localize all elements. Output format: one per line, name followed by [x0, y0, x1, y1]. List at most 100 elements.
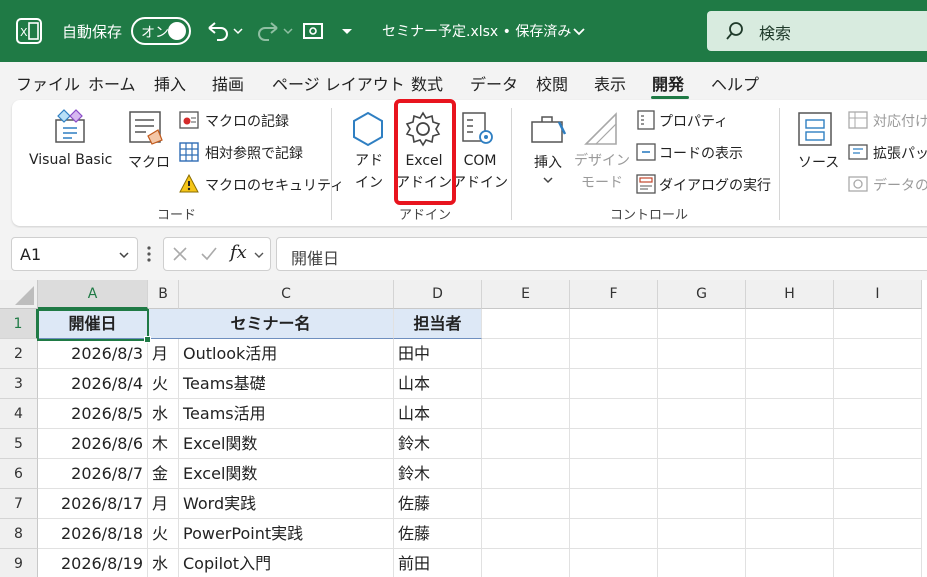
table-cell[interactable]: Copilot入門 — [179, 549, 394, 577]
column-header[interactable]: G — [658, 280, 746, 309]
select-all-corner[interactable] — [0, 280, 38, 309]
column-header[interactable]: D — [394, 280, 482, 309]
row-header[interactable]: 5 — [0, 429, 38, 459]
row-header[interactable]: 9 — [0, 549, 38, 577]
empty-cell[interactable] — [482, 339, 570, 369]
row-header[interactable]: 7 — [0, 489, 38, 519]
table-cell[interactable]: Excel関数 — [179, 459, 394, 489]
column-header[interactable]: A — [38, 280, 148, 309]
empty-cell[interactable] — [834, 339, 922, 369]
table-cell[interactable]: 2026/8/6 — [38, 429, 148, 459]
table-cell[interactable]: 2026/8/7 — [38, 459, 148, 489]
empty-cell[interactable] — [834, 399, 922, 429]
empty-cell[interactable] — [658, 309, 746, 339]
column-header[interactable]: C — [179, 280, 394, 309]
table-cell[interactable]: 水 — [148, 549, 179, 577]
empty-cell[interactable] — [658, 549, 746, 577]
empty-cell[interactable] — [658, 489, 746, 519]
empty-cell[interactable] — [570, 399, 658, 429]
empty-cell[interactable] — [658, 459, 746, 489]
table-cell[interactable]: Outlook活用 — [179, 339, 394, 369]
empty-cell[interactable] — [658, 519, 746, 549]
tab-formulas[interactable]: 数式 — [411, 71, 443, 95]
empty-cell[interactable] — [482, 459, 570, 489]
empty-cell[interactable] — [746, 429, 834, 459]
autosave-toggle[interactable]: オン — [131, 17, 191, 45]
empty-cell[interactable] — [482, 429, 570, 459]
formula-input[interactable]: 開催日 — [276, 237, 927, 271]
empty-cell[interactable] — [834, 489, 922, 519]
screenshot-icon[interactable] — [302, 0, 324, 62]
table-cell[interactable]: 月 — [148, 489, 179, 519]
empty-cell[interactable] — [834, 369, 922, 399]
table-cell[interactable]: Teams基礎 — [179, 369, 394, 399]
table-cell[interactable]: 佐藤 — [394, 489, 482, 519]
table-cell[interactable]: 山本 — [394, 369, 482, 399]
empty-cell[interactable] — [482, 369, 570, 399]
empty-cell[interactable] — [570, 489, 658, 519]
empty-cell[interactable] — [746, 309, 834, 339]
undo-icon[interactable] — [205, 0, 243, 62]
name-box[interactable]: A1 — [11, 237, 138, 271]
column-header[interactable]: E — [482, 280, 570, 309]
table-cell[interactable]: 2026/8/5 — [38, 399, 148, 429]
tab-draw[interactable]: 描画 — [212, 71, 244, 95]
table-cell[interactable]: 2026/8/17 — [38, 489, 148, 519]
table-cell[interactable]: 火 — [148, 519, 179, 549]
more-options-icon[interactable] — [146, 245, 152, 263]
empty-cell[interactable] — [658, 369, 746, 399]
table-cell[interactable]: 佐藤 — [394, 519, 482, 549]
empty-cell[interactable] — [746, 489, 834, 519]
tab-review[interactable]: 校閲 — [536, 71, 568, 95]
search-box[interactable]: 検索 — [707, 11, 927, 51]
table-cell[interactable]: 田中 — [394, 339, 482, 369]
empty-cell[interactable] — [482, 489, 570, 519]
empty-cell[interactable] — [746, 339, 834, 369]
row-header[interactable]: 4 — [0, 399, 38, 429]
empty-cell[interactable] — [570, 459, 658, 489]
empty-cell[interactable] — [834, 459, 922, 489]
empty-cell[interactable] — [834, 309, 922, 339]
enter-check-icon[interactable] — [200, 246, 218, 262]
empty-cell[interactable] — [570, 519, 658, 549]
column-header[interactable]: B — [148, 280, 179, 309]
tab-file[interactable]: ファイル — [16, 71, 80, 95]
empty-cell[interactable] — [834, 429, 922, 459]
table-cell[interactable]: 2026/8/19 — [38, 549, 148, 577]
empty-cell[interactable] — [570, 549, 658, 577]
worksheet-grid[interactable]: A B C D E F G H I 1 2 3 4 5 6 7 8 9 開催日 セミナー名 担当者 2026/8/3 月 Ou… — [0, 280, 927, 577]
table-cell[interactable]: 火 — [148, 369, 179, 399]
table-cell[interactable]: 前田 — [394, 549, 482, 577]
row-header[interactable]: 3 — [0, 369, 38, 399]
table-cell[interactable]: 2026/8/18 — [38, 519, 148, 549]
row-header[interactable]: 1 — [0, 309, 38, 339]
empty-cell[interactable] — [570, 309, 658, 339]
empty-cell[interactable] — [746, 519, 834, 549]
column-header[interactable]: F — [570, 280, 658, 309]
table-cell[interactable]: 山本 — [394, 399, 482, 429]
tab-view[interactable]: 表示 — [594, 71, 626, 95]
table-cell[interactable]: 鈴木 — [394, 459, 482, 489]
empty-cell[interactable] — [658, 429, 746, 459]
tab-help[interactable]: ヘルプ — [711, 71, 759, 95]
row-header[interactable]: 6 — [0, 459, 38, 489]
table-cell[interactable]: Teams活用 — [179, 399, 394, 429]
empty-cell[interactable] — [746, 369, 834, 399]
table-cell[interactable]: 2026/8/4 — [38, 369, 148, 399]
table-header-cell[interactable]: セミナー名 — [148, 309, 394, 339]
table-cell[interactable]: 月 — [148, 339, 179, 369]
tab-page-layout[interactable]: ページ レイアウト — [272, 71, 405, 95]
table-header-cell[interactable]: 担当者 — [394, 309, 482, 339]
tab-home[interactable]: ホーム — [88, 71, 136, 95]
empty-cell[interactable] — [482, 549, 570, 577]
empty-cell[interactable] — [658, 339, 746, 369]
empty-cell[interactable] — [570, 339, 658, 369]
empty-cell[interactable] — [482, 399, 570, 429]
empty-cell[interactable] — [834, 519, 922, 549]
row-header[interactable]: 2 — [0, 339, 38, 369]
chevron-down-icon[interactable] — [572, 0, 586, 62]
table-cell[interactable]: 水 — [148, 399, 179, 429]
table-cell[interactable]: 2026/8/3 — [38, 339, 148, 369]
empty-cell[interactable] — [746, 459, 834, 489]
table-cell[interactable]: 鈴木 — [394, 429, 482, 459]
